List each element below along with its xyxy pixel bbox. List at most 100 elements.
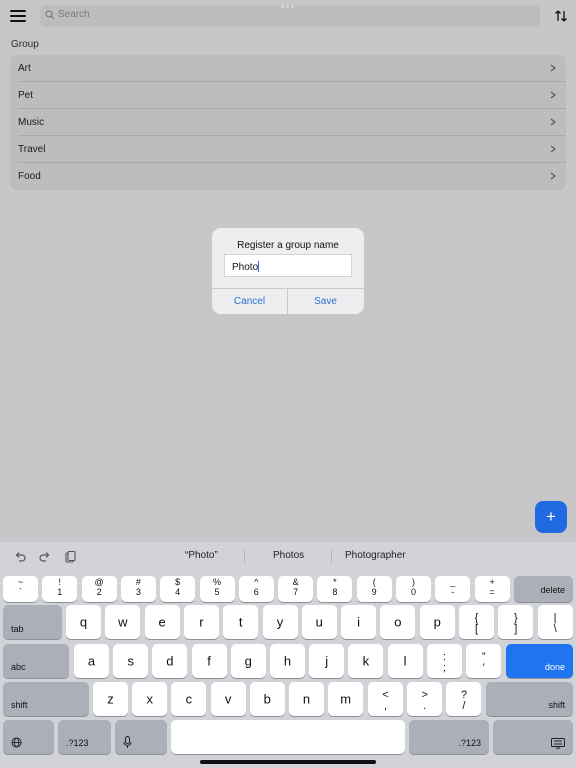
number-key[interactable]: + = [474, 576, 510, 602]
symbol-key[interactable]: :; [427, 644, 462, 678]
delete-key[interactable]: delete [514, 576, 573, 602]
key-label-bottom: 7 [293, 587, 299, 597]
group-name-input[interactable]: Photo [224, 254, 352, 277]
key-label: k [362, 653, 370, 669]
numbers-key-left[interactable]: .?123 [58, 720, 111, 754]
letter-key[interactable]: p [419, 605, 455, 639]
key-label: i [357, 614, 361, 630]
dictation-key[interactable] [115, 720, 167, 754]
number-key[interactable]: % 5 [199, 576, 235, 602]
letter-key[interactable]: s [113, 644, 149, 678]
list-item[interactable]: Music [18, 109, 566, 136]
letter-key[interactable]: i [341, 605, 377, 639]
symbol-key[interactable]: {[ [459, 605, 494, 639]
letter-key[interactable]: y [262, 605, 298, 639]
redo-icon[interactable] [38, 550, 52, 564]
letter-key[interactable]: l [387, 644, 423, 678]
key-label-bottom: 0 [410, 587, 416, 597]
key-label-bottom: ’ [482, 662, 485, 674]
hide-keyboard-key[interactable] [493, 720, 573, 754]
symbol-key[interactable]: ”’ [466, 644, 502, 678]
suggestion-item[interactable]: “Photo” [185, 550, 218, 561]
symbol-key[interactable]: | \ [537, 605, 573, 639]
list-item-label: Art [18, 63, 31, 74]
number-key[interactable]: #3 [120, 576, 156, 602]
done-key[interactable]: done [506, 644, 573, 678]
letter-key[interactable]: x [132, 682, 168, 716]
letter-key[interactable]: m [328, 682, 364, 716]
paste-icon[interactable] [63, 550, 77, 564]
list-item-label: Food [18, 171, 41, 182]
letter-key[interactable]: a [74, 644, 109, 678]
letter-key[interactable]: o [380, 605, 416, 639]
letter-key[interactable]: w [105, 605, 141, 639]
number-key[interactable]: @2 [81, 576, 117, 602]
list-item[interactable]: Art [18, 55, 566, 82]
key-label-bottom: 6 [253, 587, 259, 597]
space-key[interactable] [171, 720, 405, 754]
add-group-button[interactable]: + [535, 501, 567, 533]
key-label: d [166, 653, 174, 669]
letter-key[interactable]: e [144, 605, 180, 639]
key-label: s [127, 653, 134, 669]
letter-key[interactable]: h [270, 644, 305, 678]
list-item[interactable]: Travel [18, 136, 566, 163]
abc-key[interactable]: abc [3, 644, 69, 678]
search-input[interactable]: Search [40, 5, 540, 27]
suggestion-bar: “Photo” Photos Photographer [0, 542, 576, 572]
number-key[interactable]: ! 1 [42, 576, 78, 602]
key-label: r [199, 614, 204, 630]
number-key[interactable]: ) 0 [396, 576, 431, 602]
numbers-key-label: .?123 [66, 738, 89, 748]
number-key[interactable]: _ - [435, 576, 471, 602]
key-label-top: ! [58, 577, 62, 587]
letter-key[interactable]: b [249, 682, 285, 716]
save-button[interactable]: Save [288, 289, 363, 314]
letter-key[interactable]: n [289, 682, 324, 716]
letter-key[interactable]: r [183, 605, 219, 639]
shift-key-left[interactable]: shift [3, 682, 89, 716]
number-key[interactable]: $4 [160, 576, 196, 602]
letter-key[interactable]: q [66, 605, 101, 639]
search-placeholder: Search [58, 9, 90, 20]
number-key[interactable]: ~ ` [3, 576, 38, 602]
hamburger-menu-icon[interactable] [8, 6, 28, 26]
list-item[interactable]: Pet [18, 82, 566, 109]
shift-key-right[interactable]: shift [486, 682, 573, 716]
suggestion-item[interactable]: Photos [273, 550, 304, 561]
key-label-top: ( [372, 577, 376, 587]
key-label: f [207, 653, 211, 669]
letter-key[interactable]: v [210, 682, 246, 716]
number-key[interactable]: (9 [356, 576, 392, 602]
letter-key[interactable]: z [93, 682, 128, 716]
globe-key[interactable] [3, 720, 54, 754]
abc-key-label: abc [11, 662, 26, 672]
letter-key[interactable]: c [171, 682, 207, 716]
list-item[interactable]: Food [18, 163, 566, 190]
key-label: c [185, 691, 193, 707]
suggestion-item[interactable]: Photographer [345, 550, 406, 561]
symbol-key[interactable]: <, [368, 682, 403, 716]
cancel-button[interactable]: Cancel [212, 289, 287, 314]
number-key[interactable]: * 8 [317, 576, 353, 602]
undo-icon[interactable] [13, 550, 27, 564]
letter-key[interactable]: f [191, 644, 227, 678]
letter-key[interactable]: g [230, 644, 266, 678]
letter-key[interactable]: t [223, 605, 259, 639]
sort-arrows-icon[interactable] [554, 9, 568, 23]
symbol-key[interactable]: }] [498, 605, 534, 639]
letter-key[interactable]: d [152, 644, 188, 678]
window-grabber[interactable] [281, 5, 295, 8]
key-label-bottom: , [383, 700, 388, 712]
letter-key[interactable]: u [301, 605, 337, 639]
number-key[interactable]: & 7 [278, 576, 314, 602]
letter-key[interactable]: k [348, 644, 384, 678]
numbers-key-right[interactable]: .?123 [409, 720, 489, 754]
symbol-key[interactable]: >. [407, 682, 443, 716]
number-key[interactable]: ^ 6 [238, 576, 274, 602]
key-label: x [146, 691, 153, 707]
symbol-key[interactable]: ? / [446, 682, 482, 716]
tab-key[interactable]: tab [3, 605, 62, 639]
letter-key[interactable]: j [309, 644, 345, 678]
register-group-dialog: Register a group name Photo Cancel Save [212, 228, 364, 314]
